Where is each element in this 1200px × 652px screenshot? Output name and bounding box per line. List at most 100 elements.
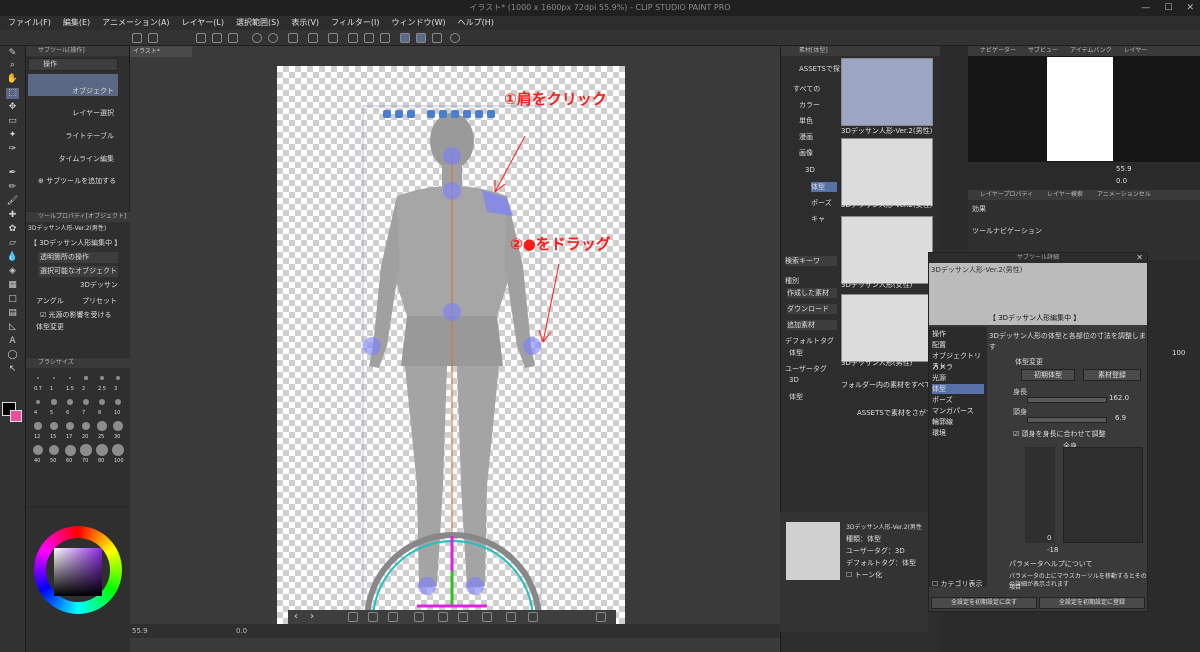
- kind-created[interactable]: 作成した素材: [787, 288, 837, 298]
- brush-size-dot[interactable]: [80, 444, 92, 456]
- cat-pose[interactable]: ポーズ: [932, 395, 953, 405]
- reset-all-button[interactable]: 全設定を初期設定に戻す: [931, 597, 1037, 609]
- body-figure-preview[interactable]: [1025, 447, 1055, 543]
- subtool-light-table[interactable]: ライトテーブル: [28, 121, 118, 143]
- brush-size-dot[interactable]: [84, 376, 88, 380]
- brush-size-dot[interactable]: [81, 421, 91, 431]
- tool-zoom-icon[interactable]: ⌕: [6, 60, 19, 71]
- cat-manga-perspective[interactable]: マンガパース: [932, 406, 974, 416]
- flip-pose-icon[interactable]: [458, 612, 468, 622]
- tree-character[interactable]: キャ: [811, 214, 825, 224]
- tree-body-shape[interactable]: 体型: [811, 182, 837, 192]
- redo-icon[interactable]: [268, 33, 278, 43]
- tool-balloon-icon[interactable]: ◯: [6, 350, 19, 361]
- tool-pen-icon[interactable]: ✎: [6, 48, 19, 59]
- menu-layer[interactable]: レイヤー(L): [182, 16, 224, 30]
- export-icon[interactable]: [212, 33, 222, 43]
- navigator-angle[interactable]: 0.0: [1116, 176, 1127, 187]
- transform-icon[interactable]: [308, 33, 318, 43]
- close-button[interactable]: ✕: [1186, 0, 1194, 16]
- save-icon[interactable]: [196, 33, 206, 43]
- brush-size-dot[interactable]: [32, 444, 44, 456]
- brush-size-dot[interactable]: [112, 444, 124, 456]
- brush-size-dot[interactable]: [34, 422, 42, 430]
- tool-pen2-icon[interactable]: ✒: [6, 168, 19, 179]
- clear-selection-icon[interactable]: [288, 33, 298, 43]
- tone-checkbox[interactable]: ☐ トーン化: [846, 570, 882, 581]
- preset-row[interactable]: プリセット: [82, 296, 117, 307]
- tab-animation-cell[interactable]: アニメーションセル: [1097, 190, 1151, 200]
- document-tab[interactable]: イラスト*: [130, 46, 192, 57]
- print-icon[interactable]: [228, 33, 238, 43]
- selectable-object-select[interactable]: 選択可能なオブジェクト: [38, 266, 118, 277]
- fit-heads-checkbox[interactable]: ☑ 頭身を身長に合わせて調整: [1013, 429, 1106, 440]
- brush-size-dot[interactable]: [115, 375, 121, 381]
- tool-pencil-icon[interactable]: ✏: [6, 182, 19, 193]
- tool-ruler-icon[interactable]: ◺: [6, 322, 19, 333]
- brush-size-dot[interactable]: [96, 444, 108, 456]
- subtool-timeline[interactable]: タイムライン編集: [28, 144, 118, 166]
- dialog-close-button[interactable]: ✕: [1136, 253, 1143, 262]
- tool-move-icon[interactable]: ✥: [6, 102, 19, 113]
- tree-all[interactable]: すべての: [793, 84, 820, 94]
- add-subtool-button[interactable]: ⊕ サブツールを追加する: [38, 176, 116, 187]
- user-tag-body[interactable]: 体型: [789, 392, 803, 402]
- tool-operation-icon[interactable]: ⬚: [6, 88, 19, 99]
- kind-added[interactable]: 追加素材: [787, 320, 837, 330]
- tool-gradient-icon[interactable]: ▦: [6, 280, 19, 291]
- brush-size-dot[interactable]: [98, 398, 106, 406]
- brush-size-dot[interactable]: [68, 376, 72, 380]
- cat-camera[interactable]: カメラ: [932, 362, 953, 372]
- clear-icon[interactable]: [380, 33, 390, 43]
- brush-size-dot[interactable]: [48, 444, 60, 456]
- brush-size-dot[interactable]: [52, 376, 56, 380]
- snap-special-ruler-icon[interactable]: [416, 33, 426, 43]
- height-slider[interactable]: [1027, 397, 1107, 403]
- init-shape-button[interactable]: 初期体型: [1021, 369, 1075, 381]
- cat-operation[interactable]: 操作: [932, 329, 946, 339]
- saturation-square[interactable]: [54, 548, 102, 596]
- camera-icon[interactable]: [348, 612, 358, 622]
- tab-layer-search[interactable]: レイヤー検索: [1047, 190, 1083, 200]
- new-file-icon[interactable]: [132, 33, 142, 43]
- snap-grid-icon[interactable]: [432, 33, 442, 43]
- brush-size-dot[interactable]: [97, 421, 107, 431]
- tool-airbrush-icon[interactable]: ✚: [6, 210, 19, 221]
- zoom-value[interactable]: 55.9: [132, 627, 148, 635]
- menu-window[interactable]: ウィンドウ(W): [392, 16, 446, 30]
- cat-placement[interactable]: 配置: [932, 340, 946, 350]
- snap-ruler-icon[interactable]: [400, 33, 410, 43]
- material-search-input[interactable]: 検索キーワ: [785, 256, 837, 266]
- transparent-operation-select[interactable]: 透明箇所の操作: [38, 252, 118, 263]
- tree-image[interactable]: 画像: [799, 148, 813, 158]
- object-list-item[interactable]: 3Dデッサン: [80, 280, 118, 291]
- tab-layer[interactable]: レイヤー: [1124, 46, 1148, 56]
- brush-size-dot[interactable]: [35, 399, 41, 405]
- material-thumb-male[interactable]: [841, 294, 933, 362]
- brush-size-dot[interactable]: [65, 421, 75, 431]
- register-all-button[interactable]: 全設定を初期設定に登録: [1039, 597, 1145, 609]
- tool-figure-icon[interactable]: □: [6, 294, 19, 305]
- register-pose-icon[interactable]: [482, 612, 492, 622]
- menu-file[interactable]: ファイル(F): [8, 16, 51, 30]
- subtool-object[interactable]: オブジェクト: [28, 74, 118, 96]
- angle-value[interactable]: 0.0: [236, 627, 247, 635]
- menu-animation[interactable]: アニメーション(A): [102, 16, 169, 30]
- register-material-button[interactable]: 素材登録: [1083, 369, 1141, 381]
- value-a[interactable]: 0: [1047, 533, 1051, 544]
- tool-blend-icon[interactable]: 💧: [6, 252, 19, 263]
- brush-size-dot[interactable]: [82, 398, 90, 406]
- sub-color-swatch[interactable]: [10, 410, 22, 422]
- tool-brush-icon[interactable]: 🖌: [6, 196, 19, 207]
- tool-eraser-icon[interactable]: ▱: [6, 238, 19, 249]
- cat-light[interactable]: 光源: [932, 373, 946, 383]
- tool-text-icon[interactable]: A: [6, 336, 19, 347]
- tab-itembank[interactable]: アイテムバンク: [1070, 46, 1112, 56]
- tool-frame-icon[interactable]: ▤: [6, 308, 19, 319]
- material-thumb-male-v2[interactable]: [841, 58, 933, 126]
- tree-mono[interactable]: 単色: [799, 116, 813, 126]
- fill-icon[interactable]: [364, 33, 374, 43]
- tool-fill-icon[interactable]: ◈: [6, 266, 19, 277]
- brush-size-dot[interactable]: [37, 377, 39, 379]
- show-category-checkbox[interactable]: ☐ カテゴリ表示: [932, 579, 983, 589]
